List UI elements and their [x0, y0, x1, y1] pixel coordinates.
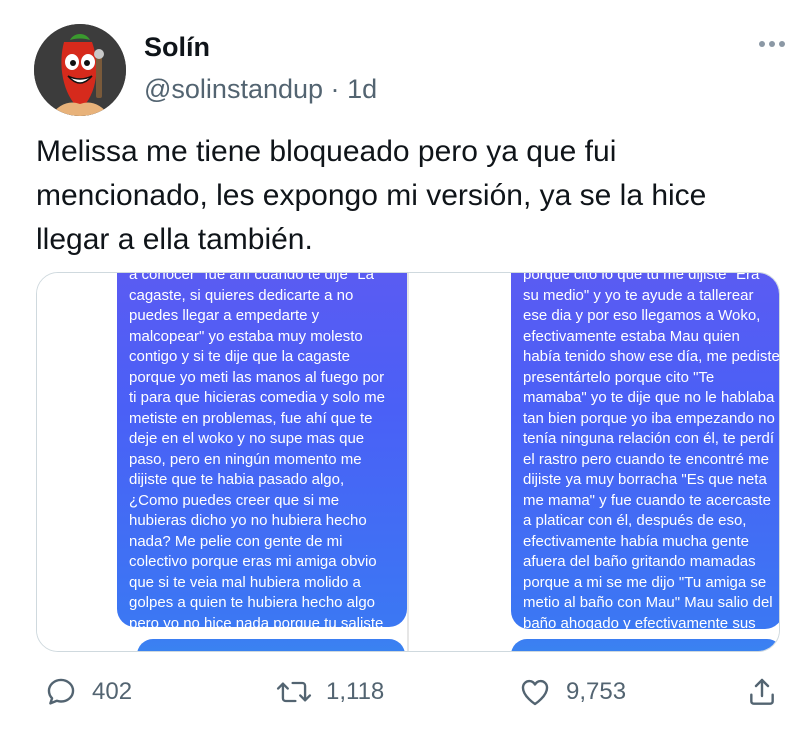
message-line: contigo y si te dije que la cagaste — [129, 348, 350, 365]
message-line: metio al baño con Mau" Mau salio del — [523, 594, 773, 611]
reply-count: 402 — [92, 678, 133, 705]
message-line: paso, pero en ningún momento me — [129, 450, 362, 468]
message-line: hubieras dicho yo no hubiera hecho — [129, 512, 367, 529]
message-line: mamaba" yo te dije que no le hablaba — [523, 389, 775, 406]
timestamp[interactable]: 1d — [347, 74, 377, 104]
message-line: tenía ninguna relación con él, te perdí — [523, 430, 775, 447]
message-line: pero yo no hice nada porque tu saliste — [129, 614, 384, 628]
separator: · — [330, 74, 340, 104]
message-line: porque yo meti las manos al fuego por — [129, 368, 385, 386]
message-line: presentártelo porque cito "Te — [523, 368, 715, 386]
share-button[interactable] — [746, 670, 778, 714]
message-line: malcopear" yo estaba muy molesto — [129, 327, 363, 345]
like-count: 9,753 — [566, 678, 627, 705]
message-line: ese dia y por eso llegamos a Woko, — [523, 307, 761, 324]
message-line: que si te veia mal hubiera molido a — [129, 573, 361, 591]
next-message-bubble — [511, 639, 779, 651]
message-line: ¿Como puedes creer que si me — [129, 491, 340, 509]
retweet-icon — [276, 681, 312, 703]
message-line: había tenido show ese día, me pediste — [523, 348, 780, 365]
message-line: a platicar con él, después de eso, — [523, 512, 747, 529]
chili-pepper-cartoon-icon — [34, 24, 126, 116]
message-line: ti para que hicieras comedia y solo me — [129, 389, 385, 406]
message-line: tan bien porque yo iba empezando no — [523, 409, 775, 427]
message-line: colectivo porque eras mi amiga obvio — [129, 553, 377, 570]
message-line: efectivamente había mucha gente — [523, 532, 749, 550]
message-line: me mama" y fue cuando te acercaste — [523, 491, 771, 509]
message-line: afuera del baño gritando mamadas — [523, 553, 756, 570]
retweet-count: 1,118 — [326, 678, 385, 705]
author-handle[interactable]: @solinstandup — [144, 74, 323, 104]
share-icon — [750, 678, 774, 705]
message-line: nada? Me pelie con gente de mi — [129, 532, 343, 550]
message-line: efectivamente estaba Mau quien — [523, 327, 740, 345]
message-bubble: porque cito lo que tu me dijiste "Era su … — [511, 273, 780, 630]
tweet-actions: 402 1,118 9,753 — [0, 670, 800, 720]
message-line: porque cito lo que tu me dijiste "Era — [523, 273, 760, 283]
author-name[interactable]: Solín — [144, 32, 210, 63]
next-message-bubble — [137, 639, 405, 651]
screenshot-left[interactable]: a conocer "fue ahí cuando te dije "La cag… — [37, 273, 407, 651]
message-line: cagaste, si quieres dedicarte a no — [129, 286, 354, 304]
message-line: su medio" y yo te ayude a tallerear — [523, 286, 754, 304]
avatar[interactable] — [34, 24, 126, 116]
reply-icon — [47, 678, 75, 705]
message-line: dijiste que te habia pasado algo, — [129, 471, 345, 488]
heart-icon — [521, 679, 549, 706]
author-handle-row: @solinstandup · 1d — [144, 74, 377, 105]
message-bubble: a conocer "fue ahí cuando te dije "La cag… — [117, 273, 407, 627]
message-line: metiste en problemas, fue ahí que te — [129, 409, 373, 427]
tweet-media[interactable]: a conocer "fue ahí cuando te dije "La cag… — [36, 272, 780, 652]
message-line: deje en el woko y no supe mas que — [129, 430, 365, 447]
tweet-text: Melissa me tiene bloqueado pero ya que f… — [36, 135, 707, 256]
screenshot-right[interactable]: porque cito lo que tu me dijiste "Era su … — [409, 273, 780, 651]
more-options-icon[interactable] — [752, 34, 792, 54]
message-line: dijiste ya muy borracha "Es que neta — [523, 471, 767, 488]
message-line: golpes a quien te hubiera hecho algo — [129, 594, 376, 611]
reply-button[interactable]: 402 — [44, 670, 132, 714]
retweet-button[interactable]: 1,118 — [276, 670, 384, 714]
message-line: porque a mi se me dijo "Tu amiga se — [523, 573, 767, 591]
message-line: puedes llegar a empedarte y — [129, 307, 320, 324]
message-line: el rastro pero cuando te encontré me — [523, 450, 769, 468]
message-line: baño ahogado y efectivamente sus — [523, 614, 756, 630]
like-button[interactable]: 9,753 — [518, 670, 626, 714]
message-line: a conocer "fue ahí cuando te dije "La — [129, 273, 374, 283]
